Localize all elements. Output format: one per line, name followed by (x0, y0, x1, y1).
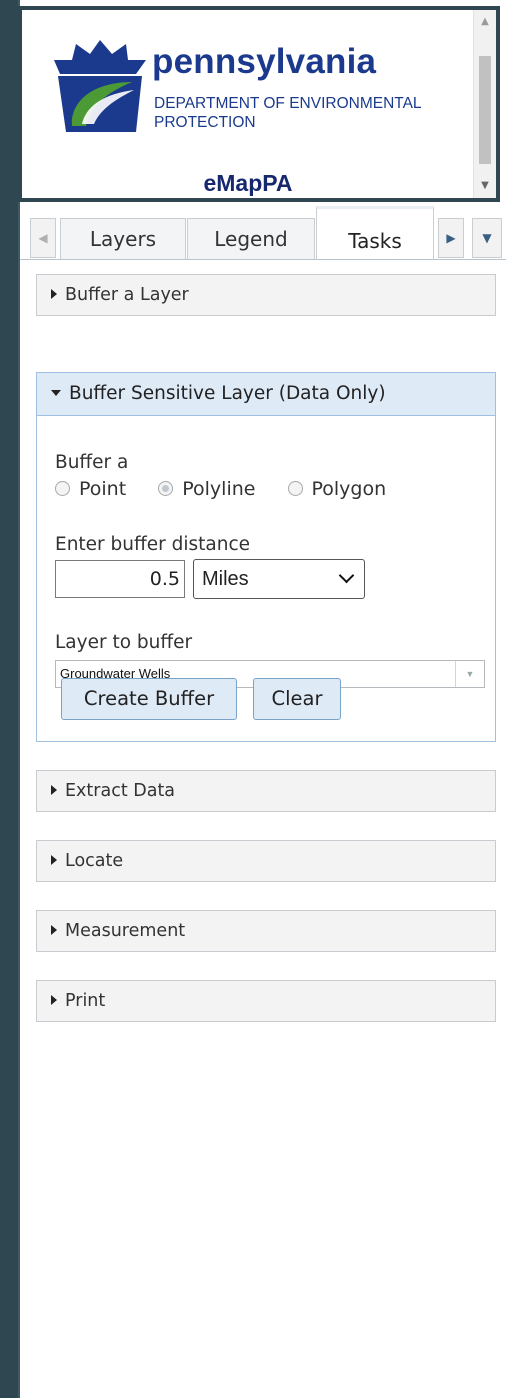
tab-scroll-right-icon[interactable]: ▶ (438, 218, 464, 258)
buffer-distance-label: Enter buffer distance (55, 534, 251, 555)
accordion-title: Extract Data (65, 781, 176, 801)
accordion-title: Print (65, 991, 106, 1011)
logo-subtitle-line1: DEPARTMENT OF ENVIRONMENTAL (154, 95, 422, 112)
layer-to-buffer-label: Layer to buffer (55, 632, 193, 653)
tab-bar: ◀ Layers Legend Tasks ▶ ▼ (20, 206, 506, 260)
create-buffer-button[interactable]: Create Buffer (61, 678, 237, 720)
tab-divider (20, 259, 506, 260)
radio-point-label: Point (79, 478, 127, 500)
header-scrollbar[interactable]: ▲ ▼ (473, 10, 496, 198)
triangle-right-icon (51, 925, 57, 935)
tab-tasks[interactable]: Tasks (316, 206, 434, 260)
logo-subtitle: DEPARTMENT OF ENVIRONMENTAL PROTECTION (154, 94, 422, 132)
distance-unit-select[interactable]: Miles (193, 559, 365, 599)
accordion-extract-data[interactable]: Extract Data (36, 770, 496, 812)
tab-legend[interactable]: Legend (187, 218, 315, 260)
accordion-title: Buffer Sensitive Layer (Data Only) (69, 383, 386, 404)
triangle-right-icon (51, 855, 57, 865)
accordion-header[interactable]: Buffer Sensitive Layer (Data Only) (37, 373, 495, 416)
buffer-a-label: Buffer a (55, 452, 129, 473)
accordion-buffer-layer[interactable]: Buffer a Layer (36, 274, 496, 316)
accordion-title: Buffer a Layer (65, 285, 189, 305)
radio-point[interactable] (55, 481, 70, 496)
logo-subtitle-line2: PROTECTION (154, 114, 256, 131)
triangle-down-icon (51, 390, 61, 396)
window-frame-left (0, 0, 18, 1398)
accordion-header[interactable]: Buffer a Layer (37, 275, 495, 315)
geometry-radio-group: Point Polyline Polygon (55, 478, 412, 500)
accordion-header[interactable]: Locate (37, 841, 495, 881)
triangle-right-icon (51, 289, 57, 299)
triangle-right-icon (51, 785, 57, 795)
radio-polyline[interactable] (158, 481, 174, 496)
buffer-distance-input[interactable]: 0.5 (55, 560, 185, 598)
app-name: eMapPA (203, 170, 293, 196)
scroll-thumb[interactable] (479, 56, 491, 164)
radio-polygon-label: Polygon (311, 478, 387, 500)
header-logo-box: pennsylvania DEPARTMENT OF ENVIRONMENTAL… (18, 6, 500, 202)
accordion-header[interactable]: Extract Data (37, 771, 495, 811)
accordion-body: Buffer a Point Polyline Polygon Enter bu… (37, 416, 495, 740)
tab-menu-dropdown-icon[interactable]: ▼ (472, 218, 502, 258)
distance-unit-value: Miles (202, 568, 249, 590)
scroll-down-arrow-icon[interactable]: ▼ (474, 178, 496, 194)
triangle-right-icon (51, 995, 57, 1005)
accordion-title: Locate (65, 851, 124, 871)
pa-keystone-logo-icon (54, 40, 146, 132)
accordion-measurement[interactable]: Measurement (36, 910, 496, 952)
logo-title: pennsylvania (152, 42, 377, 81)
accordion-buffer-sensitive-layer: Buffer Sensitive Layer (Data Only) Buffe… (36, 372, 496, 742)
clear-button[interactable]: Clear (253, 678, 341, 720)
radio-polygon[interactable] (287, 481, 303, 496)
accordion-header[interactable]: Measurement (37, 911, 495, 951)
tab-scroll-left-icon[interactable]: ◀ (30, 218, 56, 258)
scroll-up-arrow-icon[interactable]: ▲ (474, 14, 496, 30)
accordion-header[interactable]: Print (37, 981, 495, 1021)
accordion-title: Measurement (65, 921, 186, 941)
radio-polyline-label: Polyline (182, 478, 256, 500)
accordion-print[interactable]: Print (36, 980, 496, 1022)
chevron-down-icon (338, 567, 355, 584)
tab-layers[interactable]: Layers (60, 218, 186, 260)
dropdown-arrow-icon: ▼ (455, 661, 484, 687)
accordion-locate[interactable]: Locate (36, 840, 496, 882)
